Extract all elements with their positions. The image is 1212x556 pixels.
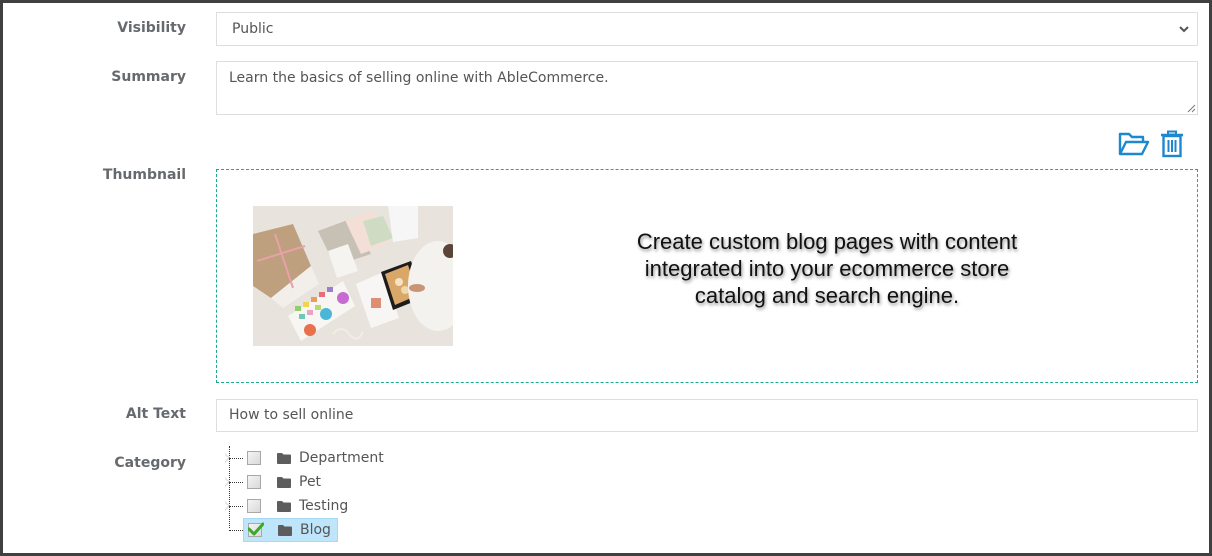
summary-value: Learn the basics of selling online with …: [229, 70, 609, 86]
caption-line: integrated into your ecommerce store: [644, 256, 1010, 281]
tree-node-label-wrap[interactable]: Department: [243, 446, 390, 470]
category-label: Category: [114, 455, 186, 471]
caption-line: catalog and search engine.: [694, 283, 960, 308]
tree-node-department: Department: [224, 446, 425, 470]
category-checkbox-checked[interactable]: [248, 522, 264, 537]
tree-node-label-wrap-selected[interactable]: Blog: [243, 518, 338, 542]
summary-textarea[interactable]: Learn the basics of selling online with …: [216, 61, 1198, 115]
chevron-down-icon: [1179, 26, 1189, 33]
caption-line: Create custom blog pages with content: [636, 229, 1018, 254]
category-tree: Department Pet Testing Blog: [224, 446, 425, 542]
summary-label: Summary: [111, 69, 186, 85]
tree-node-label-wrap[interactable]: Testing: [243, 494, 354, 518]
category-name: Pet: [299, 474, 322, 490]
delete-thumbnail-button[interactable]: [1160, 130, 1184, 162]
category-name: Blog: [300, 522, 331, 538]
tree-node-label-wrap[interactable]: Pet: [243, 470, 327, 494]
trash-icon: [1161, 130, 1183, 158]
folder-open-icon: [1118, 132, 1150, 156]
folder-icon: [277, 500, 291, 512]
resize-handle-icon[interactable]: [1187, 104, 1196, 113]
thumbnail-dropzone[interactable]: Create custom blog pages with content in…: [216, 169, 1198, 383]
category-name: Testing: [299, 498, 349, 514]
category-checkbox[interactable]: [247, 451, 261, 465]
category-checkbox[interactable]: [247, 499, 261, 513]
visibility-label: Visibility: [117, 20, 186, 36]
visibility-value: Public: [232, 21, 274, 37]
thumbnail-caption: Create custom blog pages with content in…: [562, 228, 1092, 309]
form-panel: Visibility Public Summary Learn the basi…: [3, 3, 1209, 553]
alt-text-label: Alt Text: [125, 406, 186, 422]
folder-icon: [277, 476, 291, 488]
alt-text-input[interactable]: How to sell online: [216, 399, 1198, 432]
thumbnail-image: [253, 206, 453, 346]
thumbnail-photo: [253, 206, 453, 346]
tree-node-blog: Blog: [225, 518, 425, 542]
tree-node-pet: Pet: [224, 470, 425, 494]
tree-node-testing: Testing: [224, 494, 425, 518]
visibility-select[interactable]: Public: [216, 12, 1198, 46]
alt-text-value: How to sell online: [229, 407, 354, 423]
checkmark-icon: [248, 522, 264, 536]
folder-icon: [278, 524, 292, 536]
thumbnail-actions: [1118, 130, 1184, 162]
category-checkbox[interactable]: [247, 475, 261, 489]
browse-thumbnail-button[interactable]: [1118, 131, 1150, 161]
folder-icon: [277, 452, 291, 464]
thumbnail-label: Thumbnail: [102, 167, 186, 183]
category-name: Department: [299, 450, 384, 466]
